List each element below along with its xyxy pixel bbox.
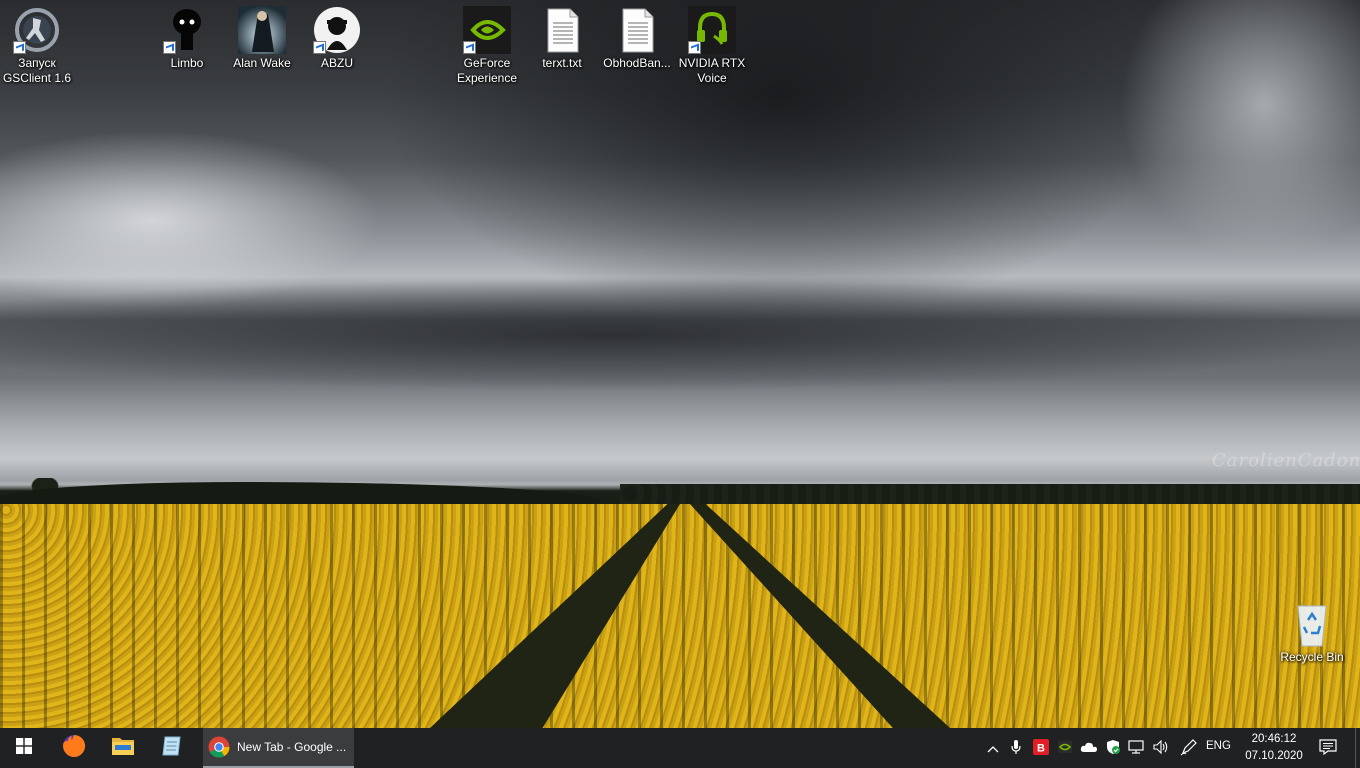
desktop-icon-obhodban[interactable]: ObhodBan... xyxy=(600,6,674,71)
folder-icon xyxy=(111,735,135,762)
windows-logo-icon xyxy=(16,737,32,759)
desktop-icon-nvidia-rtx-voice[interactable]: NVIDIA RTX Voice xyxy=(675,6,749,86)
tray-nvidia[interactable] xyxy=(1055,738,1075,758)
action-center-button[interactable] xyxy=(1317,738,1339,758)
taskbar-chrome-window[interactable]: New Tab - Google ... xyxy=(203,728,354,768)
desktop-icon-label: Limbo xyxy=(170,56,204,70)
desktop-icon-label: terxt.txt xyxy=(542,56,582,70)
shield-icon xyxy=(1106,739,1120,758)
nvidia-icon xyxy=(1058,740,1072,756)
taskbar-clock[interactable]: 20:46:12 07.10.2020 xyxy=(1240,731,1308,765)
tray-microphone[interactable] xyxy=(1006,738,1026,758)
input-language-indicator[interactable]: ENG xyxy=(1206,740,1231,752)
desktop-icon-label: ABZU xyxy=(320,56,353,70)
show-desktop-button[interactable] xyxy=(1355,728,1360,768)
desktop-icon-alan-wake[interactable]: Alan Wake xyxy=(225,6,299,71)
desktop-wallpaper[interactable]: CarolienCadoni Запуск GSClient 1.6 Limbo xyxy=(0,0,1360,728)
desktop-icon-label: Recycle Bin xyxy=(1280,650,1344,664)
speaker-icon xyxy=(1153,739,1169,757)
tray-volume[interactable] xyxy=(1151,738,1171,758)
pen-icon xyxy=(1180,738,1198,759)
desktop-icon-label: Alan Wake xyxy=(233,56,291,70)
taskbar-notepad[interactable] xyxy=(148,728,196,768)
tray-onedrive[interactable] xyxy=(1079,738,1099,758)
desktop-icon-abzu[interactable]: ABZU xyxy=(300,6,374,71)
desktop-icon-gsclient[interactable]: Запуск GSClient 1.6 xyxy=(0,6,74,86)
desktop-icon-label: ObhodBan... xyxy=(603,56,671,70)
desktop-icon-label: GeForce Experience xyxy=(456,56,518,85)
wallpaper-cloud xyxy=(1120,0,1360,260)
desktop-icon-terxt-txt[interactable]: terxt.txt xyxy=(525,6,599,71)
bitdefender-icon: B xyxy=(1033,738,1049,758)
chevron-up-icon xyxy=(987,741,999,756)
notifications-icon xyxy=(1319,738,1337,758)
clock-date: 07.10.2020 xyxy=(1245,750,1303,762)
limbo-icon xyxy=(163,6,211,54)
desktop-icon-geforce-experience[interactable]: GeForce Experience xyxy=(450,6,524,86)
nvidia-geforce-icon xyxy=(463,6,511,54)
nvidia-rtx-voice-icon xyxy=(688,6,736,54)
firefox-icon xyxy=(62,734,86,763)
svg-text:B: B xyxy=(1037,742,1045,754)
recycle-bin-icon xyxy=(1288,600,1336,648)
tray-bitdefender[interactable]: B xyxy=(1031,738,1051,758)
tray-windows-security[interactable] xyxy=(1103,738,1123,758)
alan-wake-icon xyxy=(238,6,286,54)
show-hidden-icons-button[interactable] xyxy=(983,738,1003,758)
taskbar-file-explorer[interactable] xyxy=(99,728,147,768)
wallpaper-watermark: CarolienCadoni xyxy=(1212,450,1360,471)
microphone-icon xyxy=(1011,739,1021,758)
desktop-icon-limbo[interactable]: Limbo xyxy=(150,6,224,71)
text-file-icon xyxy=(613,6,661,54)
abzu-icon xyxy=(313,6,361,54)
chrome-window-title: New Tab - Google ... xyxy=(237,740,347,754)
wallpaper-trees xyxy=(620,484,1360,506)
tray-pen-workspace[interactable] xyxy=(1179,738,1199,758)
desktop-icon-recycle-bin[interactable]: Recycle Bin xyxy=(1275,600,1349,665)
desktop-icon-label: NVIDIA RTX Voice xyxy=(678,56,746,85)
taskbar: New Tab - Google ... B ENG 20:46:12 07.1… xyxy=(0,728,1360,768)
text-file-icon xyxy=(538,6,586,54)
taskbar-firefox[interactable] xyxy=(50,728,98,768)
clock-time: 20:46:12 xyxy=(1251,733,1297,745)
cloud-icon xyxy=(1080,741,1098,756)
wallpaper-tulip-field xyxy=(0,504,1360,728)
notepad-icon xyxy=(160,734,184,763)
start-button[interactable] xyxy=(0,728,48,768)
wallpaper-cloud xyxy=(0,280,1360,390)
counter-strike-icon xyxy=(13,6,61,54)
tray-network[interactable] xyxy=(1127,738,1147,758)
chrome-icon xyxy=(208,736,230,758)
desktop-icon-label: Запуск GSClient 1.6 xyxy=(2,56,72,85)
network-icon xyxy=(1128,739,1146,758)
